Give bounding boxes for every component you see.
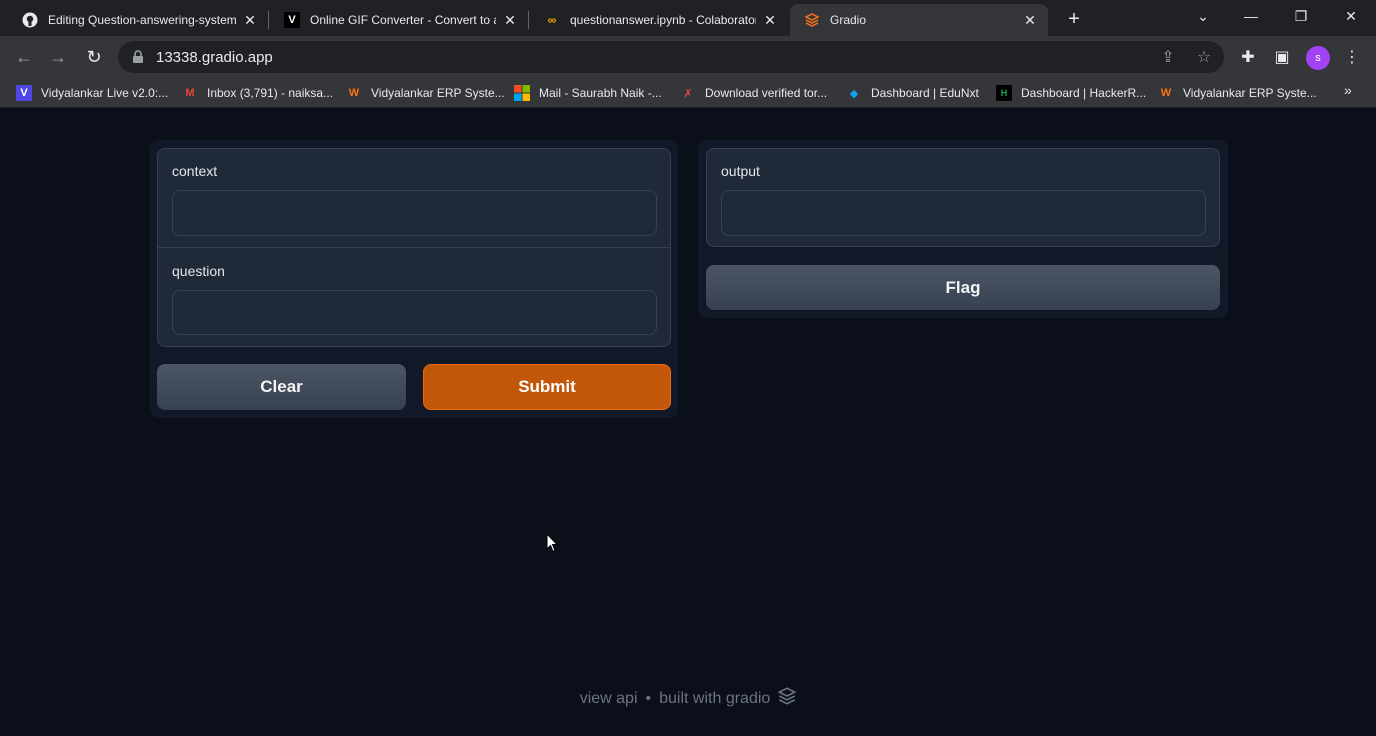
bookmark-star-icon[interactable]: ☆	[1194, 47, 1214, 67]
share-icon[interactable]: ⇪	[1158, 47, 1178, 67]
url-text: 13338.gradio.app	[156, 48, 273, 66]
question-input[interactable]	[172, 290, 657, 335]
close-icon[interactable]: ✕	[502, 12, 518, 28]
extensions-icon[interactable]: ✚	[1238, 47, 1258, 67]
bookmark-item[interactable]: ◆ Dashboard | EduNxt	[846, 82, 979, 104]
colab-icon: ∞	[547, 13, 557, 27]
tab-search-icon[interactable]: ⌄	[1180, 0, 1226, 32]
output-panel: output	[706, 148, 1220, 247]
output-textbox[interactable]	[721, 190, 1206, 236]
more-bookmarks-icon[interactable]: »	[1344, 82, 1352, 98]
view-api-link[interactable]: view api	[580, 690, 638, 708]
mouse-cursor-icon	[546, 532, 559, 558]
tab-github[interactable]: Editing Question-answering-system ✕	[8, 4, 268, 36]
bookmark-label: Vidyalankar Live v2.0:...	[41, 86, 169, 100]
reload-icon[interactable]: ↻	[82, 45, 106, 69]
gradio-page: context question Clear Submit output Fla…	[0, 109, 1376, 736]
close-icon[interactable]: ✕	[1022, 12, 1038, 28]
tab-gradio[interactable]: Gradio ✕	[790, 4, 1048, 36]
bookmark-label: Mail - Saurabh Naik -...	[539, 86, 662, 100]
bookmark-item[interactable]: ✗ Download verified tor...	[680, 82, 827, 104]
microsoft-icon	[514, 85, 530, 101]
bookmark-item[interactable]: W Vidyalankar ERP Syste...	[346, 82, 505, 104]
divider	[158, 247, 670, 248]
context-input[interactable]	[172, 190, 657, 236]
hackerrank-icon: H	[996, 85, 1012, 101]
bookmark-label: Download verified tor...	[705, 86, 828, 100]
bookmark-item[interactable]: W Vidyalankar ERP Syste...	[1158, 82, 1317, 104]
close-icon[interactable]: ✕	[762, 12, 778, 28]
v-icon: V	[16, 85, 32, 101]
flag-button[interactable]: Flag	[706, 265, 1220, 310]
built-with-gradio-link[interactable]: built with gradio	[659, 690, 770, 708]
footer-separator: •	[645, 689, 652, 707]
output-label: output	[721, 163, 760, 179]
tab-title: Gradio	[830, 13, 867, 27]
bookmark-label: Vidyalankar ERP Syste...	[371, 86, 505, 100]
back-icon[interactable]: ←	[12, 45, 36, 69]
bookmark-label: Inbox (3,791) - naiksa...	[207, 86, 334, 100]
tab-gif-converter[interactable]: V Online GIF Converter - Convert to a ✕	[270, 4, 528, 36]
bookmark-item[interactable]: Mail - Saurabh Naik -...	[514, 82, 662, 104]
side-panel-icon[interactable]: ▣	[1272, 47, 1292, 67]
bookmark-item[interactable]: M Inbox (3,791) - naiksa...	[182, 82, 333, 104]
bookmark-label: Vidyalankar ERP Syste...	[1183, 86, 1317, 100]
bookmark-item[interactable]: H Dashboard | HackerR...	[996, 82, 1146, 104]
tab-title: Online GIF Converter - Convert to a	[310, 13, 496, 27]
restore-icon[interactable]: ❐	[1278, 0, 1324, 32]
profile-avatar[interactable]: s	[1306, 46, 1330, 70]
gmail-icon: M	[185, 87, 195, 99]
close-icon[interactable]: ✕	[242, 12, 258, 28]
bookmark-label: Dashboard | HackerR...	[1021, 86, 1147, 100]
tab-separator	[528, 11, 529, 29]
close-window-icon[interactable]: ✕	[1328, 0, 1374, 32]
submit-button[interactable]: Submit	[423, 364, 671, 410]
tab-separator	[268, 11, 269, 29]
tab-colab[interactable]: ∞ questionanswer.ipynb - Colaboratory ✕	[530, 4, 788, 36]
edunxt-icon: ◆	[849, 87, 859, 100]
clear-button[interactable]: Clear	[157, 364, 406, 410]
menu-icon[interactable]: ⋮	[1342, 47, 1362, 67]
gradio-icon	[804, 12, 820, 28]
bookmark-label: Dashboard | EduNxt	[871, 86, 979, 100]
footer: view api • built with gradio	[0, 687, 1376, 710]
vidyalankar-icon: W	[1160, 87, 1172, 99]
bookmark-item[interactable]: V Vidyalankar Live v2.0:...	[16, 82, 168, 104]
input-panel: context question	[157, 148, 671, 347]
x-icon: ✗	[683, 87, 693, 100]
vidyalankar-icon: W	[348, 87, 360, 99]
tab-title: Editing Question-answering-system	[48, 13, 236, 27]
bookmarks-bar: V Vidyalankar Live v2.0:... M Inbox (3,7…	[0, 78, 1376, 108]
forward-icon[interactable]: →	[46, 45, 70, 69]
browser-toolbar: ← → ↻ 13338.gradio.app ⇪ ☆ ✚ ▣ s ⋮	[0, 36, 1376, 78]
question-label: question	[172, 263, 225, 279]
lock-icon	[132, 50, 144, 64]
minimize-icon[interactable]: —	[1228, 0, 1274, 32]
github-icon	[22, 12, 38, 28]
browser-tab-strip: Editing Question-answering-system ✕ V On…	[0, 0, 1376, 36]
address-bar[interactable]: 13338.gradio.app ⇪ ☆	[118, 41, 1224, 73]
v-logo-icon: V	[284, 12, 300, 28]
new-tab-icon[interactable]: +	[1062, 8, 1086, 30]
context-label: context	[172, 163, 218, 179]
tab-title: questionanswer.ipynb - Colaboratory	[570, 13, 756, 27]
gradio-logo-icon	[777, 687, 797, 710]
